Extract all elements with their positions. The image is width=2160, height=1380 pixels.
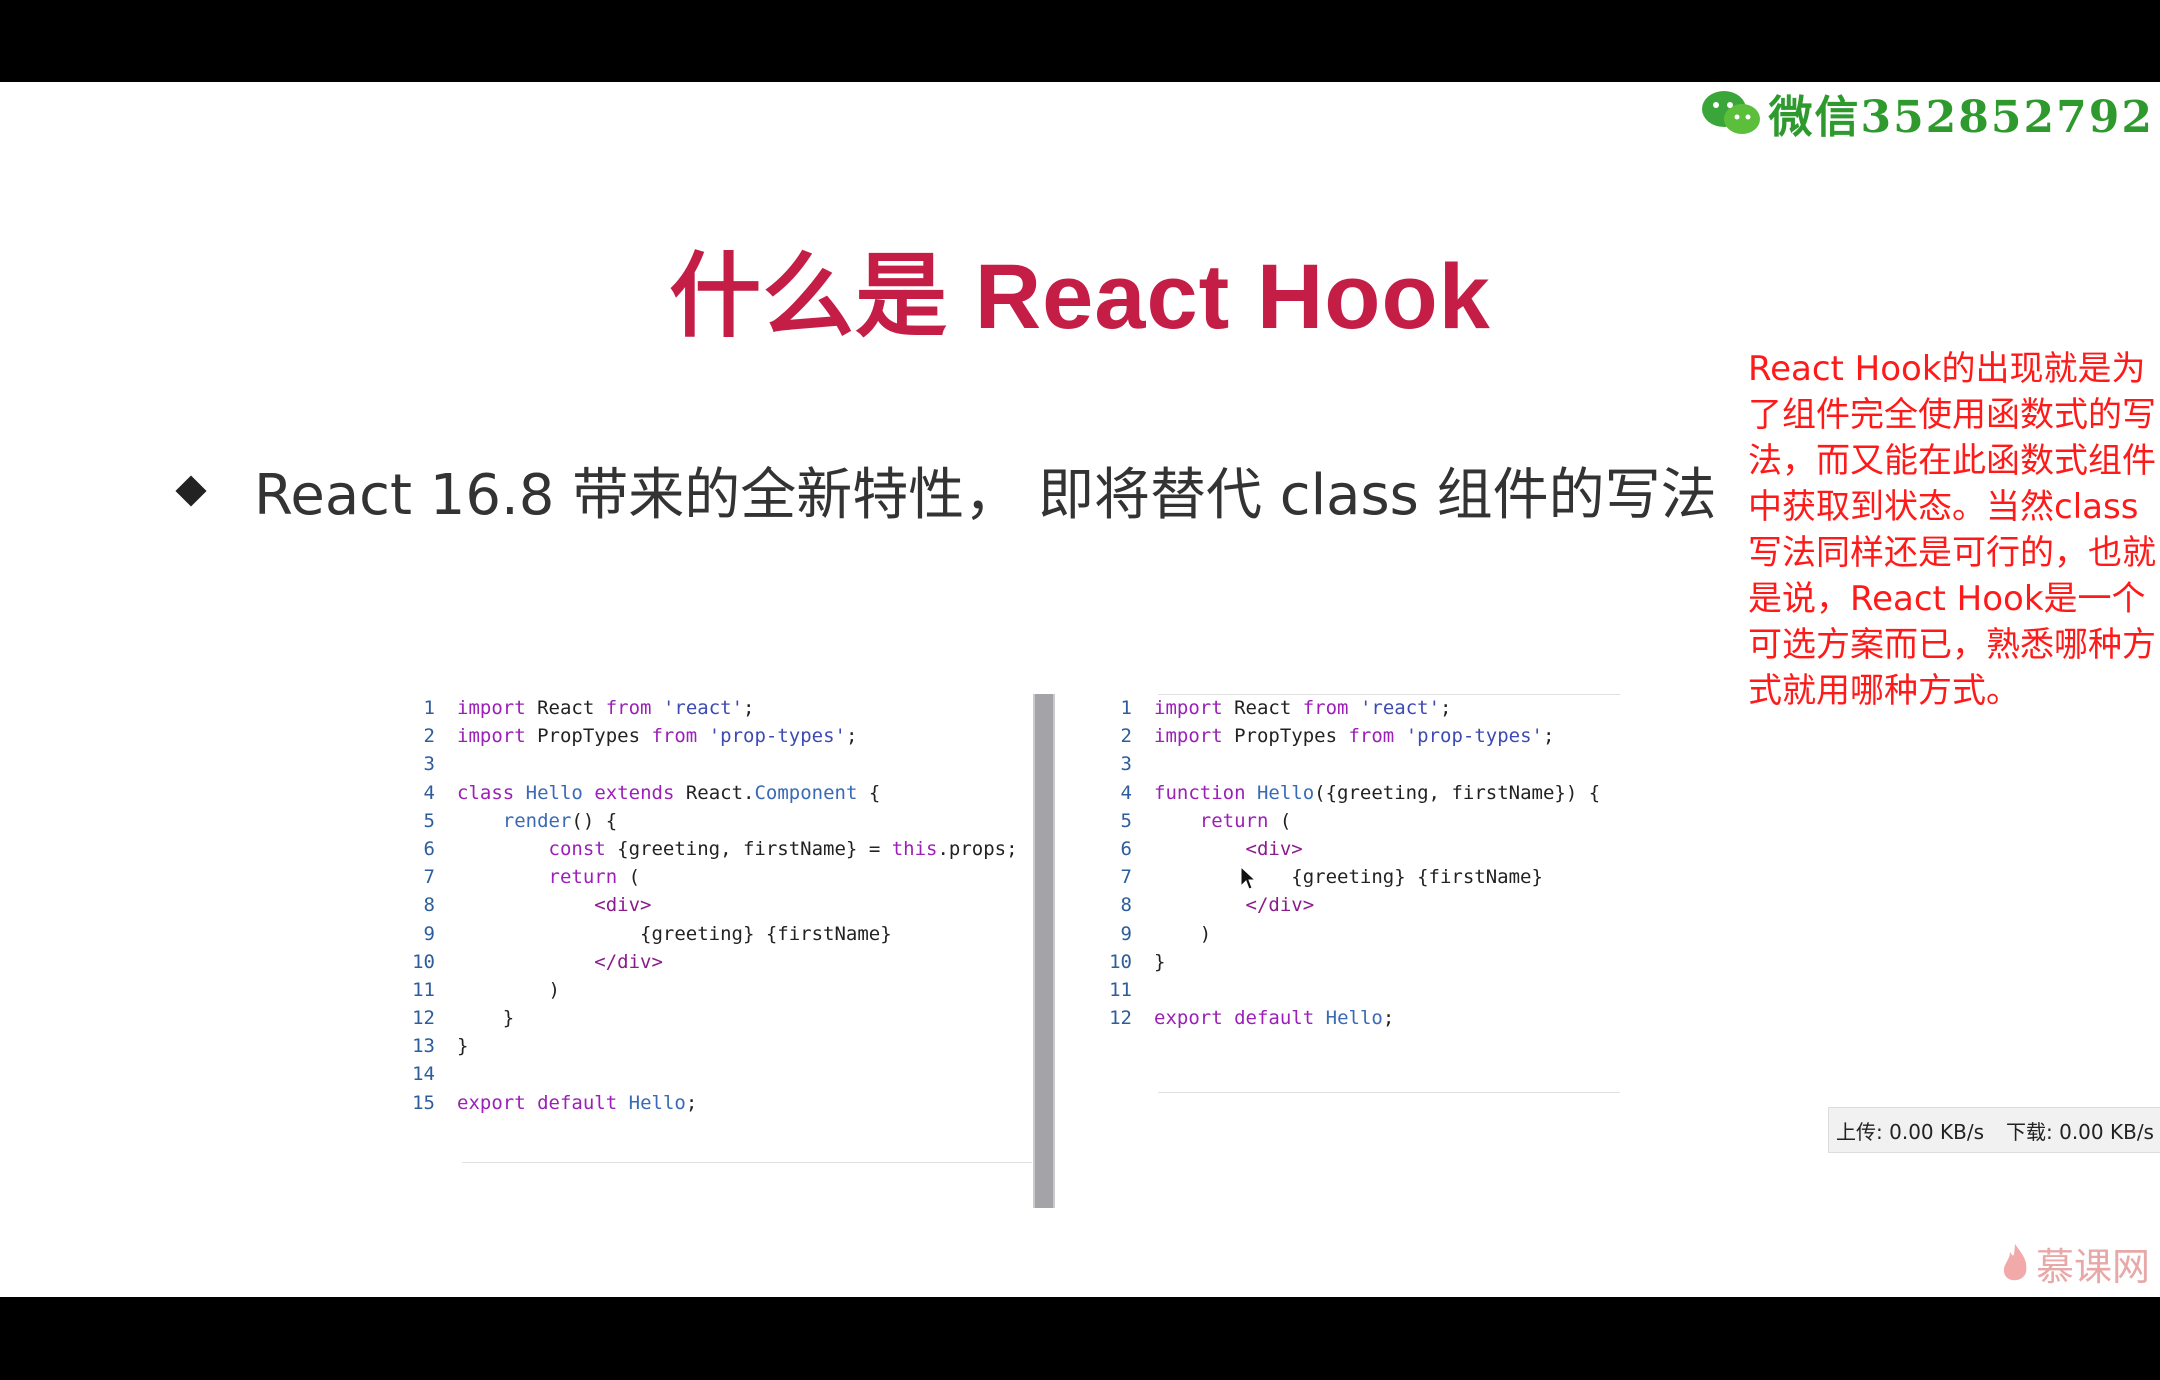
code-line: 11 ) — [395, 976, 1055, 1004]
code-text: return ( — [548, 866, 641, 889]
divider-line — [1158, 694, 1620, 695]
line-number: 15 — [412, 1091, 435, 1114]
upload-speed: 上传: 0.00 KB/s — [1836, 1119, 1984, 1144]
code-text: </div> — [594, 950, 663, 973]
code-line: 9 {greeting} {firstName} — [395, 920, 1055, 948]
slide-title: 什么是 React Hook — [669, 246, 1491, 348]
code-text: return ( — [1199, 809, 1292, 832]
code-text: <div> — [1245, 837, 1303, 860]
code-line: 3 — [395, 750, 1055, 778]
code-text: ) — [457, 978, 560, 1001]
code-line: 2 import PropTypes from 'prop-types'; — [395, 722, 1055, 750]
line-number: 1 — [423, 697, 435, 719]
line-number: 14 — [412, 1063, 435, 1086]
wechat-watermark: 微信352852792 — [1700, 84, 2154, 143]
bullet-point: React 16.8 带来的全新特性， 即将替代 class 组件的写法 — [175, 450, 1717, 531]
code-line: 5 return ( — [1092, 807, 1622, 835]
line-number: 5 — [423, 809, 435, 832]
code-text: export default Hello; — [1154, 1007, 1395, 1030]
code-text: function Hello({greeting, firstName}) { — [1154, 781, 1601, 804]
code-line: 12 } — [395, 1004, 1055, 1032]
code-line: 7 return ( — [395, 863, 1055, 891]
network-status: 上传: 0.00 KB/s 下载: 0.00 KB/s — [1828, 1107, 2160, 1153]
line-number: 12 — [412, 1007, 435, 1030]
code-text: import React from 'react'; — [1154, 697, 1452, 719]
line-number: 6 — [423, 837, 435, 860]
code-line: 1 import React from 'react'; — [395, 694, 1055, 722]
code-line: 6 <div> — [1092, 835, 1622, 863]
divider-line — [462, 1162, 1032, 1163]
diamond-bullet-icon — [175, 474, 207, 507]
code-text: import React from 'react'; — [457, 697, 755, 719]
code-text: } — [457, 1035, 469, 1058]
line-number: 3 — [1120, 753, 1132, 776]
line-number: 7 — [1120, 866, 1132, 889]
line-number: 8 — [423, 894, 435, 917]
code-text: } — [1154, 950, 1166, 973]
code-line: 15 export default Hello; — [395, 1089, 1055, 1117]
code-text: {greeting} {firstName} — [1154, 866, 1543, 889]
line-number: 13 — [412, 1035, 435, 1058]
code-line: 10 </div> — [395, 948, 1055, 976]
code-text: } — [457, 1007, 515, 1030]
line-number: 9 — [423, 922, 435, 945]
code-line: 4 class Hello extends React.Component { — [395, 779, 1055, 807]
code-line: 3 — [1092, 750, 1622, 778]
line-number: 5 — [1120, 809, 1132, 832]
line-number: 9 — [1120, 922, 1132, 945]
line-number: 7 — [423, 866, 435, 889]
download-speed: 下载: 0.00 KB/s — [2006, 1119, 2154, 1144]
code-line: 12 export default Hello; — [1092, 1004, 1622, 1032]
code-line: 5 render() { — [395, 807, 1055, 835]
code-line: 2 import PropTypes from 'prop-types'; — [1092, 722, 1622, 750]
code-line: 11 — [1092, 976, 1622, 1004]
line-number: 11 — [1109, 978, 1132, 1001]
annotation-note: React Hook的出现就是为了组件完全使用函数式的写法，而又能在此函数式组件… — [1748, 349, 2156, 711]
code-line: 1 import React from 'react'; — [1092, 694, 1622, 722]
scrollbar-thumb[interactable] — [1035, 694, 1053, 1208]
code-line: 13} — [395, 1032, 1055, 1060]
line-number: 2 — [1120, 725, 1132, 748]
code-text: import PropTypes from 'prop-types'; — [1154, 725, 1555, 748]
code-text: const {greeting, firstName} = this.props… — [548, 837, 1018, 860]
line-number: 2 — [423, 725, 435, 748]
code-line: 7 {greeting} {firstName} — [1092, 863, 1622, 891]
code-line: 4 function Hello({greeting, firstName}) { — [1092, 779, 1622, 807]
code-line: 10} — [1092, 948, 1622, 976]
code-text: export default Hello; — [457, 1091, 698, 1114]
code-text: import PropTypes from 'prop-types'; — [457, 725, 858, 748]
brand-text: 慕课网 — [2035, 1245, 2150, 1289]
line-number: 11 — [412, 978, 435, 1001]
code-text: class Hello extends React.Component { — [457, 781, 881, 804]
line-number: 10 — [412, 950, 435, 973]
line-number: 10 — [1109, 950, 1132, 973]
wechat-text: 微信352852792 — [1768, 92, 2154, 143]
code-line: 14 — [395, 1060, 1055, 1088]
line-number: 4 — [1120, 781, 1132, 804]
line-number: 1 — [1120, 697, 1132, 719]
code-line: 8 <div> — [395, 891, 1055, 919]
code-panel-class: 1 import React from 'react'; 2 import PropT… — [395, 694, 1055, 1208]
code-line: 9 ) — [1092, 920, 1622, 948]
mouse-cursor-icon — [1240, 866, 1256, 890]
code-line: 6 const {greeting, firstName} = this.pro… — [395, 835, 1055, 863]
brand-watermark: 慕课网 — [2000, 1236, 2150, 1291]
code-line: 8 </div> — [1092, 891, 1622, 919]
code-text: <div> — [594, 894, 652, 917]
line-number: 4 — [423, 781, 435, 804]
wechat-icon — [1702, 91, 1761, 134]
code-text: {greeting} {firstName} — [457, 922, 892, 945]
bullet-text: React 16.8 带来的全新特性， 即将替代 class 组件的写法 — [254, 463, 1717, 528]
line-number: 8 — [1120, 894, 1132, 917]
code-text: ) — [1154, 922, 1212, 945]
flame-icon — [2003, 1243, 2027, 1280]
code-panel-function: 1 import React from 'react'; 2 import PropT… — [1092, 694, 1622, 1114]
line-number: 6 — [1120, 837, 1132, 860]
line-number: 3 — [423, 753, 435, 776]
code-text: </div> — [1245, 894, 1315, 917]
slide: 微信352852792 什么是 React Hook React 16.8 带来… — [0, 82, 2160, 1297]
code-text: render() { — [502, 809, 618, 832]
divider-line — [1158, 1092, 1620, 1093]
line-number: 12 — [1109, 1007, 1132, 1030]
